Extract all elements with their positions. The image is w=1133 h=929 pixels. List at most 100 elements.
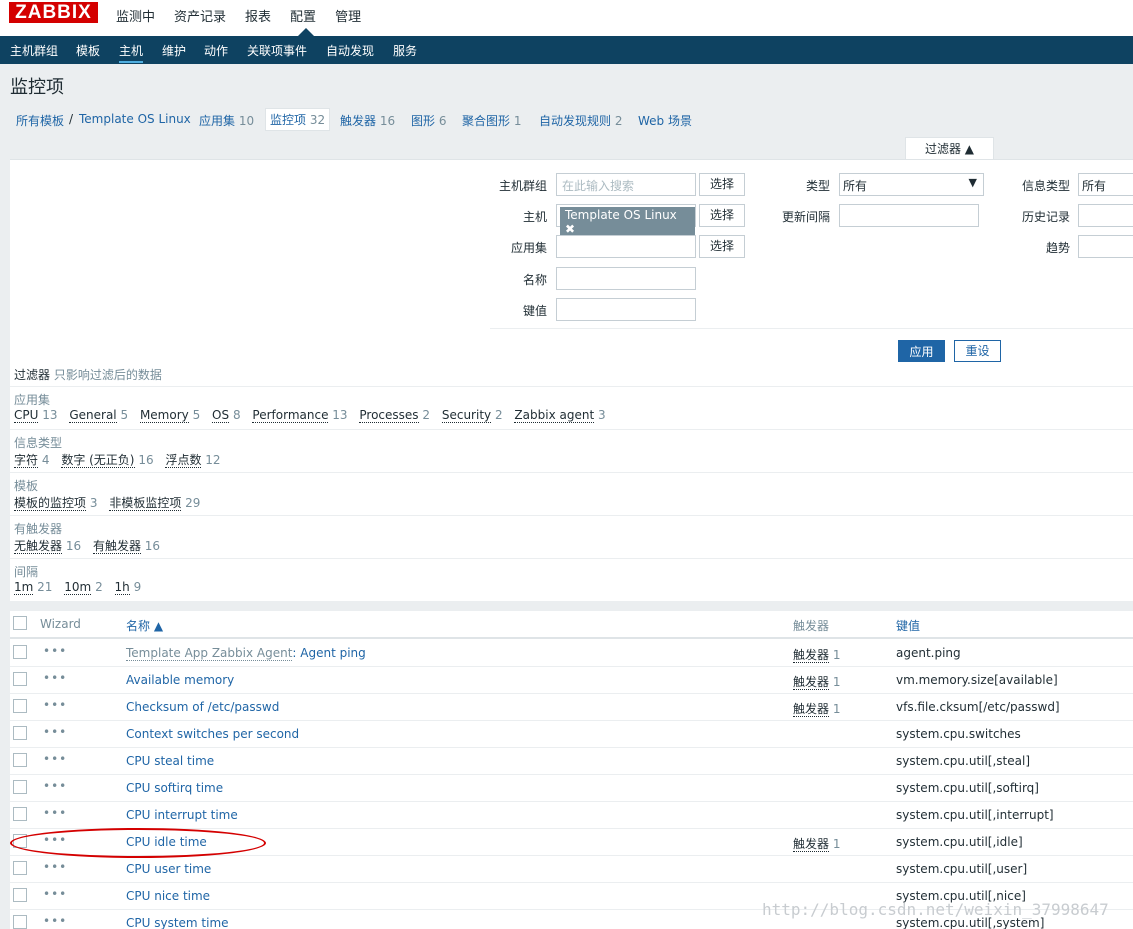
subfilter-option[interactable]: 1h 9: [114, 580, 141, 595]
item-name-link[interactable]: CPU softirq time: [126, 781, 223, 795]
trigger-link[interactable]: 触发器 1: [793, 835, 840, 852]
subfilter-option[interactable]: Memory 5: [139, 408, 200, 423]
info-type-select[interactable]: 所有: [1078, 173, 1133, 196]
update-interval-input[interactable]: [839, 204, 979, 227]
close-icon[interactable]: ✖: [565, 222, 575, 236]
select-all-checkbox[interactable]: [13, 616, 27, 630]
type-select[interactable]: 所有 ▼: [839, 173, 984, 196]
top-menu-administration[interactable]: 管理: [335, 6, 361, 25]
more-dots-icon[interactable]: •••: [43, 887, 67, 901]
row-checkbox[interactable]: [13, 861, 27, 875]
row-checkbox[interactable]: [13, 888, 27, 902]
subfilter-option[interactable]: 模板的监控项 3: [14, 496, 97, 511]
subnav-templates[interactable]: 模板: [76, 42, 100, 59]
subfilter-option[interactable]: General 5: [69, 408, 128, 423]
apply-button[interactable]: 应用: [898, 340, 945, 362]
row-checkbox[interactable]: [13, 699, 27, 713]
column-key-sort[interactable]: 键值: [896, 617, 920, 634]
reset-button[interactable]: 重设: [954, 340, 1001, 362]
tab-items[interactable]: 监控项 32: [265, 108, 331, 131]
subfilter-option[interactable]: CPU 13: [14, 408, 58, 423]
subfilter-option[interactable]: Performance 13: [252, 408, 348, 423]
host-group-input[interactable]: 在此输入搜索: [556, 173, 696, 196]
more-dots-icon[interactable]: •••: [43, 806, 67, 820]
subfilter-option[interactable]: 字符 4: [14, 453, 49, 468]
more-dots-icon[interactable]: •••: [43, 752, 67, 766]
more-dots-icon[interactable]: •••: [43, 914, 67, 928]
filter-toggle-tab[interactable]: 过滤器 ▲: [905, 137, 994, 160]
top-menu-monitoring[interactable]: 监测中: [116, 6, 155, 25]
subfilter-option[interactable]: 有触发器 16: [92, 539, 160, 554]
subnav-discovery[interactable]: 自动发现: [326, 42, 374, 59]
application-select-button[interactable]: 选择: [699, 235, 745, 258]
row-checkbox[interactable]: [13, 780, 27, 794]
item-name-link[interactable]: CPU interrupt time: [126, 808, 238, 822]
trends-input[interactable]: [1078, 235, 1133, 258]
subnav-host-groups[interactable]: 主机群组: [10, 42, 58, 59]
subfilter-option[interactable]: 无触发器 16: [14, 539, 81, 554]
tab-applications[interactable]: 应用集 10: [199, 112, 254, 129]
row-checkbox[interactable]: [13, 672, 27, 686]
item-name-cell: CPU nice time: [126, 889, 210, 903]
subfilter-option[interactable]: 非模板监控项 29: [109, 496, 200, 511]
subfilter-option[interactable]: Zabbix agent 3: [514, 408, 606, 423]
subfilter-option[interactable]: Security 2: [441, 408, 503, 423]
subfilter-option[interactable]: Processes 2: [359, 408, 430, 423]
application-input[interactable]: [556, 235, 696, 258]
name-input[interactable]: [556, 267, 696, 290]
subnav-hosts[interactable]: 主机: [119, 42, 144, 63]
tab-triggers[interactable]: 触发器 16: [340, 112, 395, 129]
top-menu-inventory[interactable]: 资产记录: [174, 6, 226, 25]
item-name-link[interactable]: Checksum of /etc/passwd: [126, 700, 279, 714]
subfilter-option[interactable]: 数字 (无正负) 16: [61, 453, 154, 468]
host-select-button[interactable]: 选择: [699, 204, 745, 227]
item-name-link[interactable]: CPU steal time: [126, 754, 214, 768]
item-name-link[interactable]: CPU system time: [126, 916, 229, 929]
item-name-cell: Available memory: [126, 673, 234, 687]
row-checkbox[interactable]: [13, 645, 27, 659]
trends-label: 趋势: [1045, 241, 1070, 255]
item-name-link[interactable]: CPU user time: [126, 862, 211, 876]
subfilter-option[interactable]: OS 8: [212, 408, 241, 423]
item-name-link[interactable]: Available memory: [126, 673, 234, 687]
tab-discovery-rules[interactable]: 自动发现规则 2: [539, 112, 622, 129]
row-checkbox[interactable]: [13, 807, 27, 821]
tab-graphs[interactable]: 图形 6: [411, 112, 446, 129]
more-dots-icon[interactable]: •••: [43, 671, 67, 685]
subnav-event-correlation[interactable]: 关联项事件: [247, 42, 307, 59]
more-dots-icon[interactable]: •••: [43, 644, 67, 658]
item-name-link[interactable]: Agent ping: [300, 646, 366, 660]
more-dots-icon[interactable]: •••: [43, 698, 67, 712]
subfilter-option[interactable]: 1m 21: [14, 580, 52, 595]
host-group-select-button[interactable]: 选择: [699, 173, 745, 196]
breadcrumb-template[interactable]: Template OS Linux: [79, 112, 191, 126]
top-menu-configuration[interactable]: 配置: [290, 6, 316, 25]
item-name-link[interactable]: CPU nice time: [126, 889, 210, 903]
top-menu-reports[interactable]: 报表: [245, 6, 271, 25]
subfilter-option[interactable]: 10m 2: [64, 580, 103, 595]
more-dots-icon[interactable]: •••: [43, 725, 67, 739]
subfilter-option[interactable]: 浮点数 12: [165, 453, 221, 468]
column-name-sort[interactable]: 名称 ▲: [126, 617, 163, 634]
host-input[interactable]: Template OS Linux ✖: [556, 204, 696, 237]
trigger-link[interactable]: 触发器 1: [793, 646, 840, 663]
item-name-link[interactable]: Context switches per second: [126, 727, 299, 741]
trigger-link[interactable]: 触发器 1: [793, 700, 840, 717]
table-row: ••• Template App Zabbix Agent: Agent ping…: [10, 640, 1133, 667]
key-input[interactable]: [556, 298, 696, 321]
subnav-actions[interactable]: 动作: [204, 42, 228, 59]
trigger-link[interactable]: 触发器 1: [793, 673, 840, 690]
history-input[interactable]: [1078, 204, 1133, 227]
more-dots-icon[interactable]: •••: [43, 779, 67, 793]
template-link[interactable]: Template App Zabbix Agent: [126, 646, 293, 661]
tab-screens[interactable]: 聚合图形 1: [462, 112, 521, 129]
subnav-services[interactable]: 服务: [393, 42, 417, 59]
subnav-maintenance[interactable]: 维护: [162, 42, 186, 59]
tab-web-scenarios[interactable]: Web 场景: [638, 112, 692, 129]
row-checkbox[interactable]: [13, 915, 27, 929]
breadcrumb-all-templates[interactable]: 所有模板: [16, 112, 64, 129]
row-checkbox[interactable]: [13, 753, 27, 767]
more-dots-icon[interactable]: •••: [43, 860, 67, 874]
row-checkbox[interactable]: [13, 726, 27, 740]
zabbix-logo[interactable]: ZABBIX: [9, 2, 98, 23]
